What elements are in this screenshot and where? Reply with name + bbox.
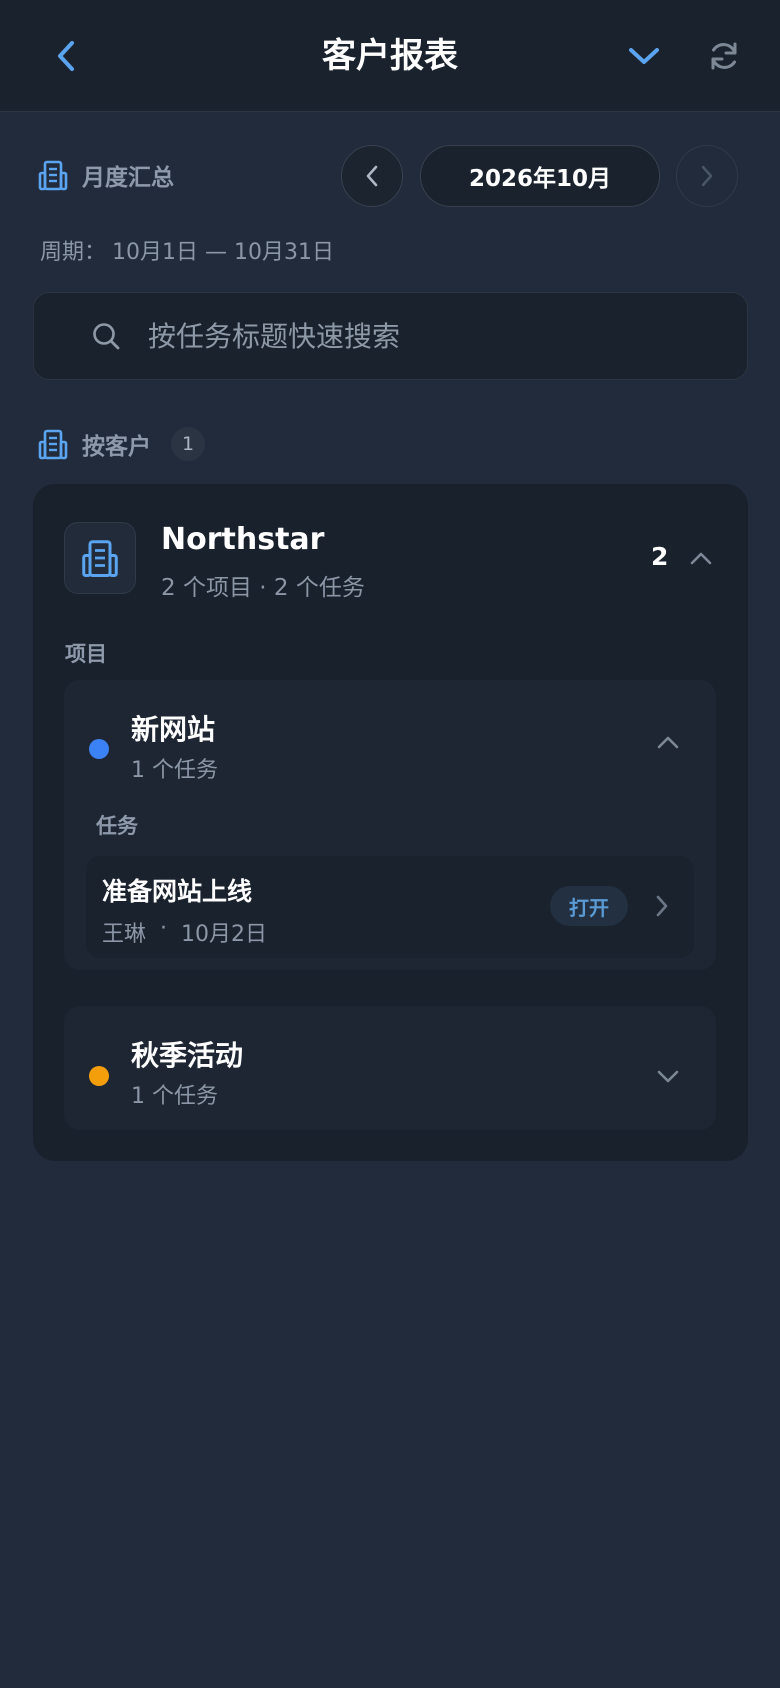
- task-row[interactable]: 准备网站上线 王琳 · 10月2日 打开: [86, 856, 694, 958]
- top-bar: 客户报表: [0, 0, 780, 112]
- search-input[interactable]: [148, 306, 747, 366]
- project-color-dot: [89, 739, 109, 759]
- refresh-icon: [711, 42, 737, 70]
- client-count-badge: 1: [171, 427, 205, 461]
- task-title: 准备网站上线: [102, 877, 253, 906]
- task-status-badge: 打开: [550, 886, 628, 926]
- search-icon: [84, 314, 128, 358]
- chevron-right-icon: [701, 165, 713, 187]
- building-icon: [38, 160, 68, 191]
- chevron-down-icon: [657, 1070, 679, 1083]
- project-subtitle: 1 个任务: [131, 758, 218, 783]
- task-meta: 王琳 · 10月2日: [102, 916, 267, 948]
- project-collapse-button[interactable]: [648, 722, 688, 762]
- task-open-arrow[interactable]: [642, 886, 682, 926]
- client-header[interactable]: Northstar 2 个项目 · 2 个任务 2: [33, 484, 748, 624]
- by-client-text: 按客户: [82, 434, 151, 460]
- chevron-left-icon: [366, 165, 378, 187]
- task-date: 10月2日: [181, 922, 268, 947]
- projects-label: 项目: [65, 642, 107, 666]
- building-icon: [38, 429, 68, 460]
- by-client-label: 按客户 1: [38, 426, 205, 462]
- monthly-summary-label: 月度汇总: [38, 157, 174, 193]
- client-collapse-button[interactable]: [681, 538, 721, 578]
- project-card: 新网站 1 个任务 任务 准备网站上线 王琳 · 10月2日 打开: [64, 680, 716, 970]
- period-dates: 10月1日 — 10月31日: [112, 240, 334, 265]
- chevron-down-icon: [629, 48, 659, 64]
- filter-dropdown-button[interactable]: [622, 34, 666, 78]
- period-range: 周期： 10月1日 — 10月31日: [40, 234, 334, 266]
- chevron-right-icon: [656, 895, 668, 917]
- tasks-label: 任务: [96, 814, 138, 838]
- client-name: Northstar: [161, 522, 325, 557]
- period-prefix: 周期：: [40, 240, 107, 265]
- task-assignee: 王琳: [102, 922, 147, 947]
- next-month-button[interactable]: [676, 145, 738, 207]
- project-expand-button[interactable]: [648, 1056, 688, 1096]
- building-icon: [82, 540, 118, 577]
- project-subtitle: 1 个任务: [131, 1084, 218, 1109]
- previous-month-button[interactable]: [341, 145, 403, 207]
- chevron-up-icon: [657, 736, 679, 749]
- client-subtitle: 2 个项目 · 2 个任务: [161, 575, 365, 601]
- task-meta-separator: ·: [160, 916, 168, 941]
- project-name[interactable]: 新网站: [131, 708, 215, 748]
- project-color-dot: [89, 1066, 109, 1086]
- client-avatar: [64, 522, 136, 594]
- search-bar: [33, 292, 748, 380]
- chevron-up-icon: [690, 552, 712, 565]
- current-month-pill[interactable]: 2026年10月: [420, 145, 660, 207]
- client-card: Northstar 2 个项目 · 2 个任务 2 项目 新网站 1 个任务 任…: [33, 484, 748, 1161]
- project-name: 秋季活动: [131, 1039, 244, 1072]
- refresh-button[interactable]: [702, 34, 746, 78]
- client-task-count: 2: [651, 542, 669, 571]
- project-card[interactable]: 秋季活动 1 个任务: [64, 1006, 716, 1130]
- monthly-summary-text: 月度汇总: [82, 165, 174, 191]
